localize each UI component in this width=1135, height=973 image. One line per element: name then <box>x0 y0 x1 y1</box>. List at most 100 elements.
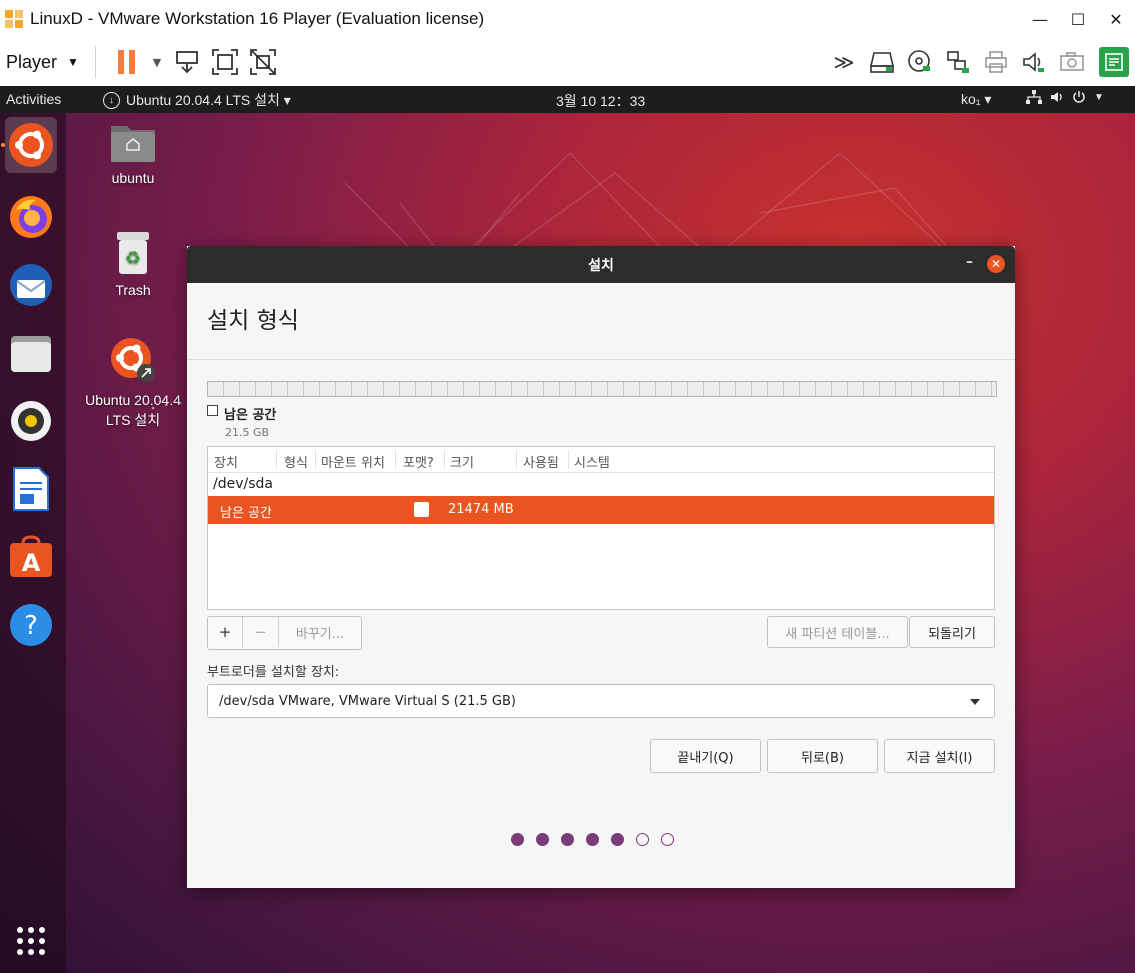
quit-button[interactable]: 끝내기(Q) <box>650 739 761 773</box>
device-row[interactable]: /dev/sda <box>208 473 994 496</box>
column-header[interactable]: 크기 <box>450 452 474 471</box>
system-menu[interactable]: ▼ <box>1026 90 1104 104</box>
firefox-icon <box>10 196 52 238</box>
new-partition-table-button[interactable]: 새 파티션 테이블... <box>767 616 908 648</box>
column-header[interactable]: 시스템 <box>574 452 610 471</box>
progress-dot-complete <box>611 833 624 846</box>
dialog-minimize-button[interactable]: – <box>966 254 973 270</box>
revert-button[interactable]: 되돌리기 <box>909 616 995 648</box>
help-icon: ? <box>10 604 52 646</box>
desktop-icon-home[interactable]: ubuntu <box>78 122 188 186</box>
more-icon[interactable]: ≫ <box>827 45 861 79</box>
desktop-icon-installer[interactable]: Ubuntu 20.04.4 LTS 설치 <box>78 336 188 430</box>
chevron-down-icon: ▼ <box>67 55 79 69</box>
printer-icon[interactable] <box>979 45 1013 79</box>
app-grid-icon <box>17 927 45 955</box>
column-header[interactable]: 포맷? <box>403 452 434 471</box>
dock-rhythmbox[interactable] <box>5 393 57 449</box>
player-menu-label: Player <box>6 51 58 72</box>
pause-icon[interactable] <box>110 45 144 79</box>
app-menu-label: Ubuntu 20.04.4 LTS 설치 ▾ <box>126 92 291 108</box>
column-header[interactable]: 형식 <box>284 452 308 471</box>
camera-icon[interactable] <box>1055 45 1089 79</box>
dialog-title: 설치 <box>588 257 614 274</box>
progress-dot-pending <box>661 833 674 846</box>
partition-bar <box>207 381 997 397</box>
player-menu[interactable]: Player ▼ <box>6 52 79 73</box>
send-keys-icon[interactable] <box>170 45 204 79</box>
bootloader-label: 부트로더를 설치할 장치: <box>207 665 340 680</box>
cd-icon[interactable] <box>903 45 937 79</box>
thunderbird-icon <box>10 264 52 306</box>
row-size: 21474 MB <box>448 502 514 517</box>
vm-display[interactable]: Activities ↓ Ubuntu 20.04.4 LTS 설치 ▾ 3월 … <box>0 86 1135 973</box>
dock-installer[interactable] <box>5 117 57 173</box>
input-method-indicator[interactable]: ko₁ ▾ <box>961 91 991 108</box>
writer-icon <box>13 467 49 511</box>
column-divider <box>276 450 277 469</box>
window-title: LinuxD - VMware Workstation 16 Player (E… <box>30 9 485 28</box>
notes-icon[interactable] <box>1099 47 1129 77</box>
legend-label: 남은 공간 <box>224 408 277 423</box>
unity-icon[interactable] <box>246 45 280 79</box>
column-divider <box>444 450 445 469</box>
sound-icon[interactable] <box>1017 45 1051 79</box>
back-button[interactable]: 뒤로(B) <box>767 739 878 773</box>
progress-dot-complete <box>511 833 524 846</box>
partition-legend: 남은 공간 <box>207 404 276 423</box>
home-folder-icon <box>111 126 155 162</box>
chevron-down-icon: ▼ <box>1094 91 1104 103</box>
progress-dot-complete <box>536 833 549 846</box>
add-partition-button[interactable]: + <box>208 617 243 647</box>
activities-button[interactable]: Activities <box>6 91 61 107</box>
ubuntu-installer-icon <box>111 338 155 382</box>
table-header: 장치 형식 마운트 위치 포맷? 크기 사용됨 시스템 <box>208 447 994 473</box>
dock-files[interactable] <box>5 325 57 381</box>
progress-dot-complete <box>561 833 574 846</box>
network-icon[interactable] <box>941 45 975 79</box>
dialog-close-button[interactable]: ✕ <box>987 255 1005 273</box>
remove-partition-button[interactable]: − <box>243 617 279 647</box>
dialog-title-bar: 설치 – ✕ <box>187 246 1015 283</box>
vmware-title-bar: LinuxD - VMware Workstation 16 Player (E… <box>0 0 1135 38</box>
close-button[interactable]: ✕ <box>1097 0 1135 38</box>
maximize-button[interactable]: ☐ <box>1059 0 1097 38</box>
bootloader-device-select[interactable]: /dev/sda VMware, VMware Virtual S (21.5 … <box>207 684 995 718</box>
fullscreen-icon[interactable] <box>208 45 242 79</box>
legend-swatch <box>207 405 218 416</box>
partition-actions: + − 바꾸기... <box>207 616 362 650</box>
toolbar-divider <box>94 46 96 78</box>
hdd-icon[interactable] <box>865 45 899 79</box>
format-checkbox[interactable] <box>414 502 429 517</box>
desktop-icon-label: ubuntu <box>111 170 155 186</box>
show-applications-button[interactable] <box>5 913 57 969</box>
app-menu[interactable]: ↓ Ubuntu 20.04.4 LTS 설치 ▾ <box>103 90 291 110</box>
column-divider <box>516 450 517 469</box>
network-status-icon <box>1026 90 1042 104</box>
clock[interactable]: 3월 10 12：33 <box>556 91 645 111</box>
toolbar-device-icons: ≫ <box>827 38 1135 86</box>
row-name: 남은 공간 <box>220 506 272 521</box>
install-now-button[interactable]: 지금 설치(I) <box>884 739 995 773</box>
desktop-icon-label: Trash <box>115 282 151 298</box>
files-icon <box>11 336 51 372</box>
table-row-selected[interactable]: 남은 공간 21474 MB <box>208 496 994 524</box>
change-partition-button[interactable]: 바꾸기... <box>279 617 361 647</box>
minimize-button[interactable]: — <box>1021 0 1059 38</box>
dock-help[interactable]: ? <box>5 597 57 653</box>
column-divider <box>395 450 396 469</box>
column-divider <box>568 450 569 469</box>
rhythmbox-icon <box>11 401 51 441</box>
dock-libreoffice-writer[interactable] <box>5 461 57 517</box>
column-header[interactable]: 사용됨 <box>523 452 559 471</box>
desktop-icon-label: Ubuntu 20.04.4 LTS 설치 <box>85 392 181 428</box>
desktop-icon-trash[interactable]: ♻ Trash <box>78 230 188 298</box>
ubuntu-top-bar: Activities ↓ Ubuntu 20.04.4 LTS 설치 ▾ 3월 … <box>0 86 1135 113</box>
column-header[interactable]: 마운트 위치 <box>321 452 385 471</box>
column-header[interactable]: 장치 <box>214 452 238 471</box>
partition-table: 장치 형식 마운트 위치 포맷? 크기 사용됨 시스템 /dev/sda 남은 … <box>207 446 995 610</box>
pause-dropdown-icon[interactable]: ▼ <box>148 45 166 79</box>
dock-thunderbird[interactable] <box>5 257 57 313</box>
dock-software[interactable]: A <box>5 529 57 585</box>
dock-firefox[interactable] <box>5 189 57 245</box>
